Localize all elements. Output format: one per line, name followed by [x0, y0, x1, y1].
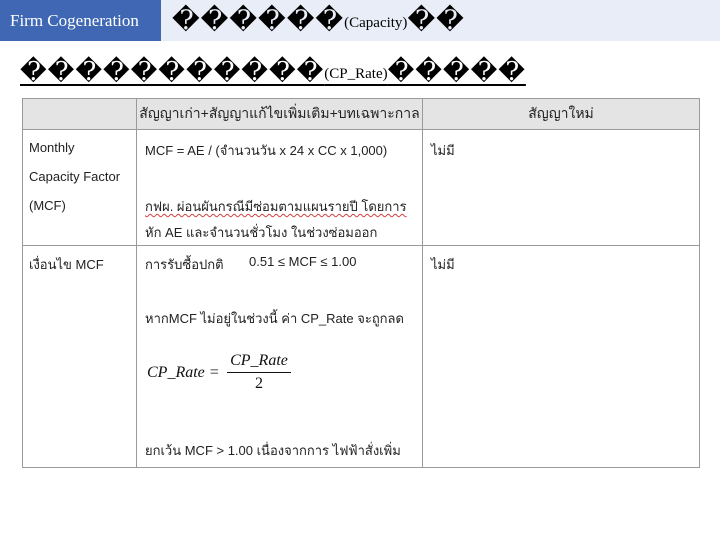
- row1-new-cell: ไม่มี: [422, 129, 700, 246]
- row1-label-cell: Monthly Capacity Factor (MCF): [22, 129, 137, 246]
- row1-label-line: Monthly: [29, 140, 75, 155]
- header-old-contract: สัญญาเก่า+สัญญาแก้ไขเพิ่มเติม+บทเฉพาะกาล: [136, 98, 423, 130]
- cp-rate-reduce-note: หากMCF ไม่อยู่ในช่วงนี้ ค่า CP_Rate จะถู…: [145, 311, 404, 326]
- formula-fraction: CP_Rate 2: [227, 352, 291, 393]
- row2-label: เงื่อนไข MCF: [29, 257, 104, 272]
- title-glyphs: ������: [172, 5, 345, 35]
- mcf-formula-text: MCF = AE / (จำนวนวัน x 24 x CC x 1,000): [145, 143, 388, 158]
- table-header-row: สัญญาเก่า+สัญญาแก้ไขเพิ่มเติม+บทเฉพาะกาล…: [22, 98, 700, 130]
- title-suffix: (Capacity): [344, 15, 408, 31]
- slide-title: ������(Capacity)��: [172, 5, 465, 36]
- mcf-range: 0.51 ≤ MCF ≤ 1.00: [249, 254, 357, 269]
- table-row: Monthly Capacity Factor (MCF) MCF = AE /…: [22, 129, 700, 246]
- title-tail: ��: [407, 5, 465, 35]
- header-new-contract: สัญญาใหม่: [422, 98, 700, 130]
- row2-new-value: ไม่มี: [431, 257, 455, 272]
- subtitle-glyphs: �����������: [20, 57, 325, 86]
- row2-label-cell: เงื่อนไข MCF: [22, 245, 137, 468]
- row1-new-value: ไม่มี: [431, 143, 455, 158]
- row1-old-cell: MCF = AE / (จำนวนวัน x 24 x CC x 1,000) …: [136, 129, 423, 246]
- mcf-note-line: หัก AE และจำนวนชั่วโมง ในช่วงซ่อมออก: [145, 225, 378, 240]
- exception-note: ยกเว้น MCF > 1.00 เนื่องจากการ ไฟฟ้าสั่ง…: [145, 443, 401, 458]
- subtitle-suffix: (CP_Rate): [324, 66, 388, 82]
- formula-denominator: 2: [255, 375, 263, 392]
- table-row: เงื่อนไข MCF การรับซื้อปกติ 0.51 ≤ MCF ≤…: [22, 245, 700, 468]
- header-blank: [22, 98, 137, 130]
- mcf-note-line: กฟผ. ผ่อนผันกรณีมีซ่อมตามแผนรายปี โดยการ: [145, 199, 407, 214]
- row1-label-line: Capacity Factor: [29, 169, 121, 184]
- section-tag: Firm Cogeneration: [0, 0, 161, 41]
- formula-lhs: CP_Rate =: [147, 364, 220, 381]
- slide-subtitle: �����������(CP_Rate)�����: [20, 57, 526, 87]
- subtitle-tail: �����: [387, 57, 526, 86]
- row2-new-cell: ไม่มี: [422, 245, 700, 468]
- row2-old-cell: การรับซื้อปกติ 0.51 ≤ MCF ≤ 1.00 หากMCF …: [136, 245, 423, 468]
- row1-label-line: (MCF): [29, 198, 66, 213]
- comparison-table: สัญญาเก่า+สัญญาแก้ไขเพิ่มเติม+บทเฉพาะกาล…: [22, 98, 700, 468]
- normal-purchase-label: การรับซื้อปกติ: [145, 257, 224, 272]
- formula-numerator: CP_Rate: [227, 352, 291, 373]
- cp-rate-formula: CP_Rate = CP_Rate 2: [147, 352, 291, 392]
